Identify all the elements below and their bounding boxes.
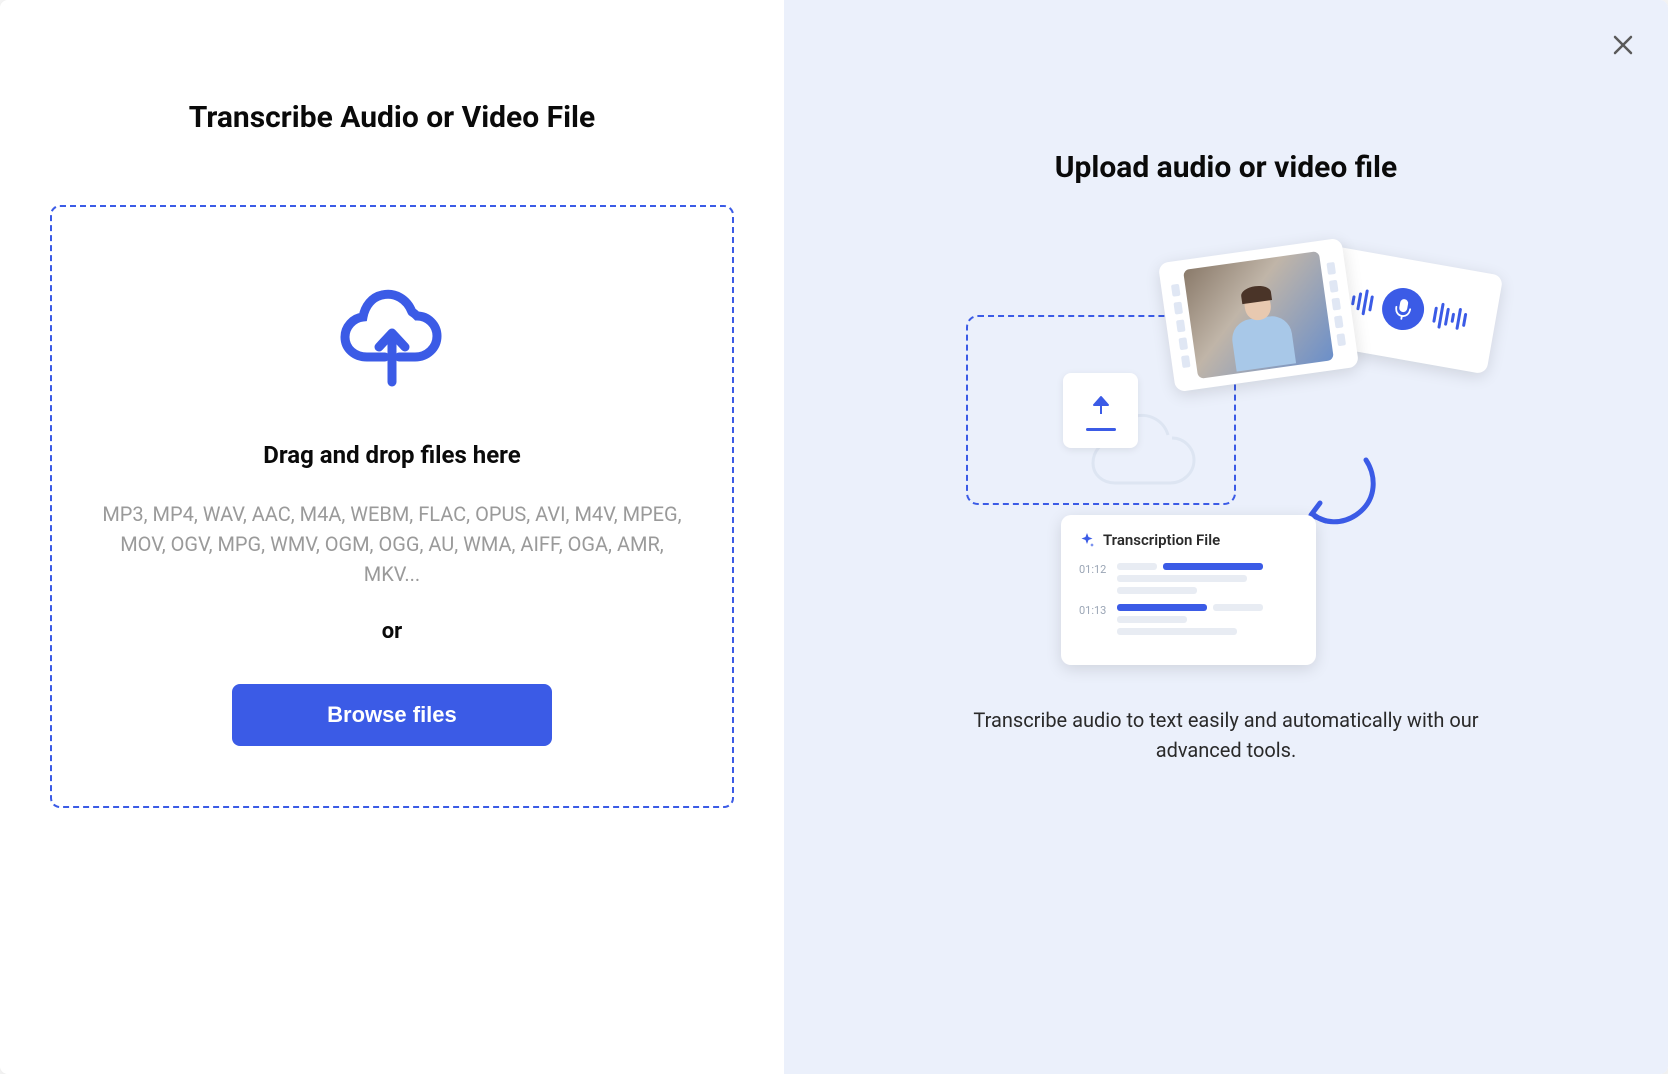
arrow-icon xyxy=(1306,455,1386,535)
video-thumbnail xyxy=(1183,251,1334,379)
close-icon xyxy=(1612,34,1634,56)
close-button[interactable] xyxy=(1608,30,1638,60)
illustration: Transcription File 01:12 01:13 xyxy=(966,245,1486,665)
transcript-card-illustration: Transcription File 01:12 01:13 xyxy=(1061,515,1316,665)
transcript-title: Transcription File xyxy=(1103,531,1220,549)
browse-files-button[interactable]: Browse files xyxy=(232,684,552,746)
video-card-illustration xyxy=(1158,238,1359,392)
drop-instructions: Drag and drop files here xyxy=(263,441,520,469)
page-title: Transcribe Audio or Video File xyxy=(50,100,734,135)
cloud-upload-icon xyxy=(337,287,447,391)
timestamp: 01:13 xyxy=(1079,604,1107,617)
upload-modal: Transcribe Audio or Video File Drag and … xyxy=(0,0,1668,1074)
right-description: Transcribe audio to text easily and auto… xyxy=(956,705,1496,765)
microphone-icon xyxy=(1378,285,1427,334)
right-title: Upload audio or video file xyxy=(1055,150,1397,185)
file-dropzone[interactable]: Drag and drop files here MP3, MP4, WAV, … xyxy=(50,205,734,808)
supported-formats: MP3, MP4, WAV, AAC, M4A, WEBM, FLAC, OPU… xyxy=(92,499,692,589)
upload-card-icon xyxy=(1063,373,1138,448)
or-separator: or xyxy=(382,619,402,644)
right-panel: Upload audio or video file xyxy=(784,0,1668,1074)
left-panel: Transcribe Audio or Video File Drag and … xyxy=(0,0,784,1074)
sparkle-icon xyxy=(1079,532,1095,548)
timestamp: 01:12 xyxy=(1079,563,1107,576)
